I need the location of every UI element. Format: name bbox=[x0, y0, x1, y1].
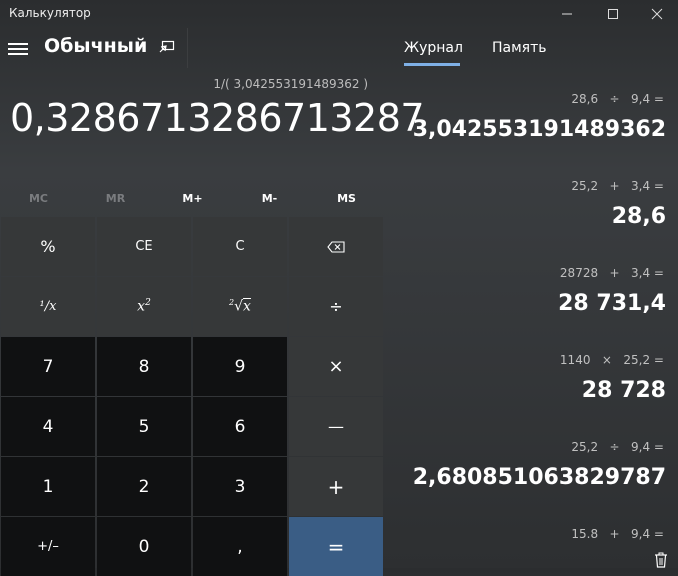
digit-6-button[interactable]: 6 bbox=[193, 397, 287, 456]
plus-button[interactable]: + bbox=[289, 457, 383, 516]
multiply-button[interactable]: × bbox=[289, 337, 383, 396]
square-pow: 2 bbox=[145, 298, 151, 309]
history-expression[interactable]: 28728 + 3,4 = bbox=[560, 266, 664, 280]
keep-on-top-button[interactable] bbox=[158, 39, 178, 57]
digit-9-button[interactable]: 9 bbox=[193, 337, 287, 396]
digit-8-button[interactable]: 8 bbox=[97, 337, 191, 396]
memory-row: MC MR M+ M- MS bbox=[0, 180, 385, 216]
close-button[interactable] bbox=[634, 0, 678, 28]
history-expression[interactable]: 1140 × 25,2 = bbox=[560, 353, 664, 367]
square-button[interactable]: x2 bbox=[97, 277, 191, 336]
active-tab-indicator bbox=[404, 63, 460, 66]
history-expression[interactable]: 28,6 ÷ 9,4 = bbox=[571, 92, 664, 106]
reciprocal-x: x bbox=[49, 299, 57, 314]
backspace-button[interactable] bbox=[289, 217, 383, 276]
history-result[interactable]: 28 731,4 bbox=[558, 291, 666, 316]
negate-button[interactable]: +/– bbox=[1, 517, 95, 576]
memory-add-button[interactable]: M+ bbox=[154, 180, 231, 216]
clear-entry-label: CE bbox=[135, 239, 153, 254]
reciprocal-button[interactable]: ¹/x bbox=[1, 277, 95, 336]
minimize-button[interactable] bbox=[544, 0, 590, 28]
decimal-button[interactable]: , bbox=[193, 517, 287, 576]
history-expression[interactable]: 15.8 + 9,4 = bbox=[571, 527, 664, 541]
history-expression[interactable]: 25,2 ÷ 9,4 = bbox=[571, 440, 664, 454]
memory-subtract-button[interactable]: M- bbox=[231, 180, 308, 216]
hamburger-icon bbox=[8, 43, 28, 45]
percent-button[interactable]: % bbox=[1, 217, 95, 276]
digit-2-button[interactable]: 2 bbox=[97, 457, 191, 516]
digit-3-button[interactable]: 3 bbox=[193, 457, 287, 516]
backspace-icon bbox=[327, 240, 345, 253]
sqrt-index: 2 bbox=[229, 298, 235, 308]
memory-store-button[interactable]: MS bbox=[308, 180, 385, 216]
equals-button[interactable]: = bbox=[289, 517, 383, 576]
title-bar: Калькулятор bbox=[0, 0, 678, 28]
minus-button[interactable]: — bbox=[289, 397, 383, 456]
history-result[interactable]: 3,042553191489362 bbox=[413, 117, 666, 142]
clear-button[interactable]: C bbox=[193, 217, 287, 276]
history-expression[interactable]: 25,2 + 3,4 = bbox=[571, 179, 664, 193]
clear-history-button[interactable] bbox=[653, 552, 669, 568]
clear-entry-button[interactable]: CE bbox=[97, 217, 191, 276]
history-result[interactable]: 2,680851063829787 bbox=[413, 465, 666, 490]
digit-4-button[interactable]: 4 bbox=[1, 397, 95, 456]
sqrt-x: x bbox=[243, 298, 251, 315]
history-result[interactable]: 28 728 bbox=[582, 378, 666, 403]
clear-label: C bbox=[235, 239, 245, 254]
menu-button[interactable] bbox=[8, 40, 28, 58]
digit-1-button[interactable]: 1 bbox=[1, 457, 95, 516]
result-display: 0,3286713286713287 bbox=[10, 96, 425, 140]
tab-memory[interactable]: Память bbox=[492, 40, 547, 56]
header-separator bbox=[187, 28, 188, 68]
square-x: x bbox=[137, 298, 146, 315]
square-root-button[interactable]: 2√x bbox=[193, 277, 287, 336]
maximize-icon bbox=[608, 9, 618, 19]
app-title: Калькулятор bbox=[9, 6, 91, 20]
digit-5-button[interactable]: 5 bbox=[97, 397, 191, 456]
digit-0-button[interactable]: 0 bbox=[97, 517, 191, 576]
trash-icon bbox=[655, 552, 667, 568]
maximize-button[interactable] bbox=[590, 0, 636, 28]
tab-history[interactable]: Журнал bbox=[404, 40, 463, 56]
history-result[interactable]: 28,6 bbox=[612, 204, 666, 229]
minimize-icon bbox=[562, 13, 572, 15]
reciprocal-num: ¹ bbox=[39, 299, 45, 314]
mode-title: Обычный bbox=[44, 35, 148, 57]
memory-recall-button[interactable]: MR bbox=[77, 180, 154, 216]
keypad: % CE C ¹/x x2 2√x ÷ 7 8 9 × 4 5 6 — 1 2 … bbox=[0, 216, 385, 576]
expression-display: 1/( 3,042553191489362 ) bbox=[213, 77, 368, 91]
close-icon bbox=[651, 8, 663, 20]
digit-7-button[interactable]: 7 bbox=[1, 337, 95, 396]
divide-button[interactable]: ÷ bbox=[289, 277, 383, 336]
keep-on-top-icon bbox=[159, 40, 175, 53]
memory-clear-button[interactable]: MC bbox=[0, 180, 77, 216]
